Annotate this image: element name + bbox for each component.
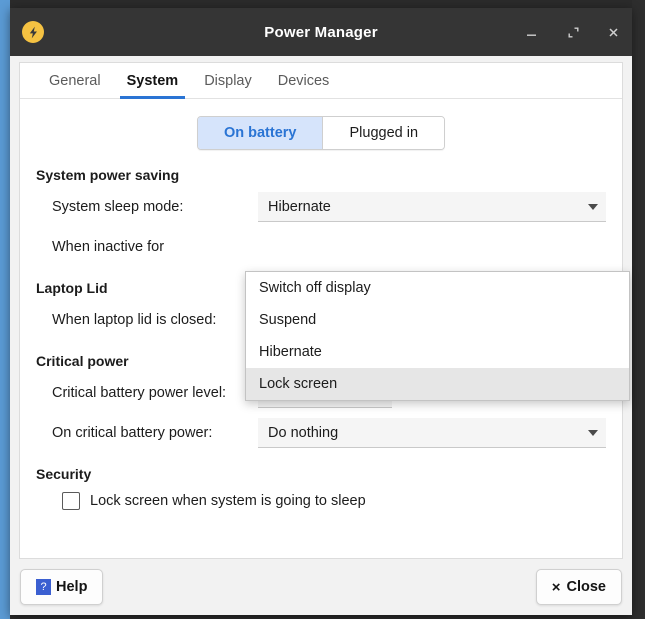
- row-on-critical-battery-power: On critical battery power: Do nothing: [36, 417, 606, 449]
- lightning-bolt-icon: [22, 21, 44, 43]
- power-manager-window: Power Manager: [10, 8, 632, 615]
- help-icon: ?: [36, 579, 51, 595]
- toggle-on-battery[interactable]: On battery: [198, 117, 323, 149]
- dropdown-option-suspend[interactable]: Suspend: [246, 304, 629, 336]
- dropdown-option-suspend-label: Suspend: [259, 312, 316, 328]
- desktop-left-strip: [0, 0, 10, 619]
- segmented-control: On battery Plugged in: [197, 116, 445, 150]
- row-lock-screen-on-sleep: Lock screen when system is going to slee…: [36, 492, 606, 510]
- help-button-label: Help: [56, 579, 87, 595]
- tab-bar: General System Display Devices: [20, 63, 622, 99]
- tab-devices[interactable]: Devices: [265, 63, 343, 98]
- toggle-plugged-in-label: Plugged in: [349, 125, 418, 141]
- dropdown-option-lock-screen-label: Lock screen: [259, 376, 337, 392]
- power-source-toggle: On battery Plugged in: [20, 116, 622, 150]
- combo-on-critical-battery-power[interactable]: Do nothing: [258, 418, 606, 448]
- dropdown-option-hibernate[interactable]: Hibernate: [246, 336, 629, 368]
- tab-general-label: General: [49, 73, 101, 89]
- label-on-critical-battery-power: On critical battery power:: [36, 425, 258, 441]
- tab-system[interactable]: System: [114, 63, 192, 98]
- row-when-inactive-for: When inactive for: [36, 231, 606, 263]
- section-title-system-power-saving: System power saving: [36, 167, 606, 183]
- tab-general[interactable]: General: [36, 63, 114, 98]
- toggle-on-battery-label: On battery: [224, 125, 297, 141]
- label-critical-battery-level: Critical battery power level:: [36, 385, 258, 401]
- tab-display[interactable]: Display: [191, 63, 265, 98]
- desktop-right-strip: [632, 0, 645, 619]
- tab-devices-label: Devices: [278, 73, 330, 89]
- chevron-down-icon: [588, 204, 598, 210]
- close-dialog-button[interactable]: × Close: [536, 569, 622, 605]
- settings-panel: General System Display Devices On batter…: [19, 62, 623, 559]
- combo-system-sleep-mode-value: Hibernate: [268, 199, 331, 215]
- help-button[interactable]: ? Help: [20, 569, 103, 605]
- label-lock-screen-on-sleep: Lock screen when system is going to slee…: [90, 493, 366, 509]
- section-title-security: Security: [36, 466, 606, 482]
- window-titlebar: Power Manager: [10, 8, 632, 56]
- combo-system-sleep-mode[interactable]: Hibernate: [258, 192, 606, 222]
- row-system-sleep-mode: System sleep mode: Hibernate: [36, 191, 606, 223]
- maximize-button[interactable]: [560, 20, 586, 44]
- close-dialog-button-label: Close: [567, 579, 607, 595]
- combo-on-critical-battery-power-value: Do nothing: [268, 425, 338, 441]
- dialog-footer: ? Help × Close: [10, 559, 632, 615]
- close-icon: ×: [552, 579, 561, 596]
- label-when-inactive-for: When inactive for: [36, 239, 258, 255]
- minimize-button[interactable]: [518, 20, 544, 44]
- dropdown-option-switch-off-display[interactable]: Switch off display: [246, 272, 629, 304]
- dropdown-option-hibernate-label: Hibernate: [259, 344, 322, 360]
- dropdown-system-sleep-mode-list[interactable]: Switch off display Suspend Hibernate Loc…: [245, 271, 630, 401]
- toggle-plugged-in[interactable]: Plugged in: [322, 117, 444, 149]
- chevron-down-icon: [588, 430, 598, 436]
- checkbox-lock-screen-on-sleep[interactable]: [62, 492, 80, 510]
- dropdown-option-lock-screen[interactable]: Lock screen: [246, 368, 629, 400]
- dropdown-option-switch-off-display-label: Switch off display: [259, 280, 371, 296]
- label-laptop-lid-closed: When laptop lid is closed:: [36, 312, 258, 328]
- tab-display-label: Display: [204, 73, 252, 89]
- label-system-sleep-mode: System sleep mode:: [36, 199, 258, 215]
- tab-system-label: System: [127, 73, 179, 89]
- close-button[interactable]: [600, 20, 626, 44]
